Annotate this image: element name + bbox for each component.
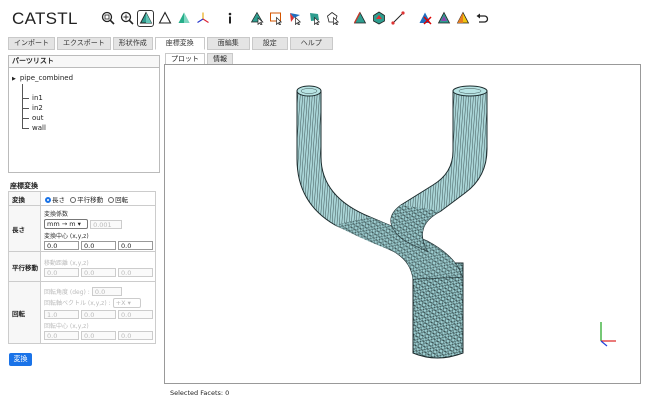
radio-translate[interactable] <box>70 196 77 203</box>
delete-facet-icon[interactable] <box>417 11 432 26</box>
factor-label: 変換係数 <box>44 211 69 218</box>
inlet-end-left <box>296 85 322 97</box>
length-center-label: 変換中心 (x,y,z) <box>44 233 89 240</box>
rotate-angle-input[interactable]: 0.0 <box>91 287 122 297</box>
zoom-selection-icon[interactable] <box>119 11 134 26</box>
flip-normal-icon[interactable] <box>436 11 451 26</box>
translate-y[interactable]: 0.0 <box>81 268 116 277</box>
rotate-center-y[interactable]: 0.0 <box>81 331 116 341</box>
shape-color-icon[interactable] <box>176 11 191 26</box>
tab-coordinate-transform[interactable]: 座標変換 <box>154 37 205 50</box>
expand-triangle-icon[interactable]: ▶ <box>12 76 16 82</box>
factor-input[interactable]: 0.001 <box>90 219 123 229</box>
mode-label: 変換 <box>8 191 41 206</box>
status-bar: Selected Facets: 0 <box>170 389 230 397</box>
mode-options: 長さ 平行移動 回転 <box>40 191 156 206</box>
translate-fields: 移動距離 (x,y,z) 0.0 0.0 0.0 <box>40 251 156 282</box>
zoom-fit-icon[interactable] <box>100 11 115 26</box>
transform-form: 変換 長さ 平行移動 回転 長さ 変換係数 mm → m ▾ 0.001 変換中… <box>8 191 156 344</box>
tab-help[interactable]: ヘルプ <box>289 37 333 50</box>
length-label: 長さ <box>8 205 41 252</box>
rotate-angle-label: 回転角度 (deg) : <box>44 288 90 296</box>
undo-icon[interactable] <box>474 11 489 26</box>
length-center-x[interactable]: 0.0 <box>44 241 79 250</box>
unit-select[interactable]: mm → m ▾ <box>44 219 88 229</box>
tree-item-wall[interactable]: wall <box>22 124 46 132</box>
select-shape-icon[interactable] <box>306 11 321 26</box>
measure-icon[interactable] <box>390 11 405 26</box>
inlet-end-right <box>452 85 488 97</box>
rotate-axis-y[interactable]: 0.0 <box>81 310 116 320</box>
parts-list-header: パーツリスト <box>9 56 159 68</box>
wireframe-view-icon[interactable] <box>157 11 172 26</box>
select-region-icon[interactable] <box>268 11 283 26</box>
info-icon[interactable] <box>222 11 237 26</box>
rotate-center-label: 回転中心 (x,y,z) <box>44 323 89 331</box>
color-facet-icon[interactable] <box>455 11 470 26</box>
select-flag-icon[interactable] <box>287 11 302 26</box>
translate-z[interactable]: 0.0 <box>118 268 153 277</box>
tree-item-in2[interactable]: in2 <box>22 104 43 112</box>
length-center-y[interactable]: 0.0 <box>81 241 116 250</box>
length-center-z[interactable]: 0.0 <box>118 241 153 250</box>
rotate-axis-x[interactable]: 1.0 <box>44 310 79 320</box>
rotate-axis-z[interactable]: 0.0 <box>118 310 153 320</box>
mesh-render <box>296 85 616 359</box>
select-wire-icon[interactable] <box>325 11 340 26</box>
rotate-center-x[interactable]: 0.0 <box>44 331 79 341</box>
rotate-label: 回転 <box>8 281 41 344</box>
tab-import[interactable]: インポート <box>8 37 55 50</box>
tab-shape-create[interactable]: 形状作成 <box>112 37 153 50</box>
translate-x[interactable]: 0.0 <box>44 268 79 277</box>
radio-length[interactable] <box>45 196 51 203</box>
menu-tabs: インポート エクスポート 形状作成 座標変換 面編集 設定 ヘルプ <box>8 37 335 50</box>
shaded-view-icon[interactable] <box>137 9 154 27</box>
select-patch-icon[interactable] <box>371 11 386 26</box>
length-fields: 変換係数 mm → m ▾ 0.001 変換中心 (x,y,z) 0.0 0.0… <box>40 205 156 252</box>
select-edge-icon[interactable] <box>352 11 367 26</box>
translate-label: 平行移動 <box>8 251 41 282</box>
app-title: CATSTL <box>12 9 78 28</box>
3d-viewport[interactable] <box>164 64 641 384</box>
toolbar <box>100 9 493 27</box>
radio-rotate[interactable] <box>108 196 115 203</box>
tree-root-label: pipe_combined <box>19 74 74 82</box>
tab-face-edit[interactable]: 面編集 <box>206 37 250 50</box>
select-facet-icon[interactable] <box>249 11 264 26</box>
axis-icon[interactable] <box>195 11 210 26</box>
tab-export[interactable]: エクスポート <box>57 37 111 50</box>
rotate-center-z[interactable]: 0.0 <box>118 331 153 341</box>
rotate-axis-label: 回転軸ベクトル (x,y,z) : <box>44 300 111 308</box>
parts-list-panel: パーツリスト ▶ pipe_combined in1 in2 out wall <box>8 55 160 173</box>
tab-settings[interactable]: 設定 <box>251 37 288 50</box>
apply-transform-button[interactable]: 変換 <box>9 353 32 366</box>
rotate-axis-select[interactable]: +X ▾ <box>112 298 141 309</box>
tree-item-in1[interactable]: in1 <box>22 94 43 102</box>
rotate-fields: 回転角度 (deg) : 0.0 回転軸ベクトル (x,y,z) : +X ▾ … <box>40 281 156 344</box>
transform-section-title: 座標変換 <box>10 182 38 190</box>
tree-root-item[interactable]: ▶ pipe_combined <box>12 74 73 82</box>
translate-distance-label: 移動距離 (x,y,z) <box>44 260 89 267</box>
axis-indicator <box>600 322 616 347</box>
tree-item-out[interactable]: out <box>22 114 43 122</box>
